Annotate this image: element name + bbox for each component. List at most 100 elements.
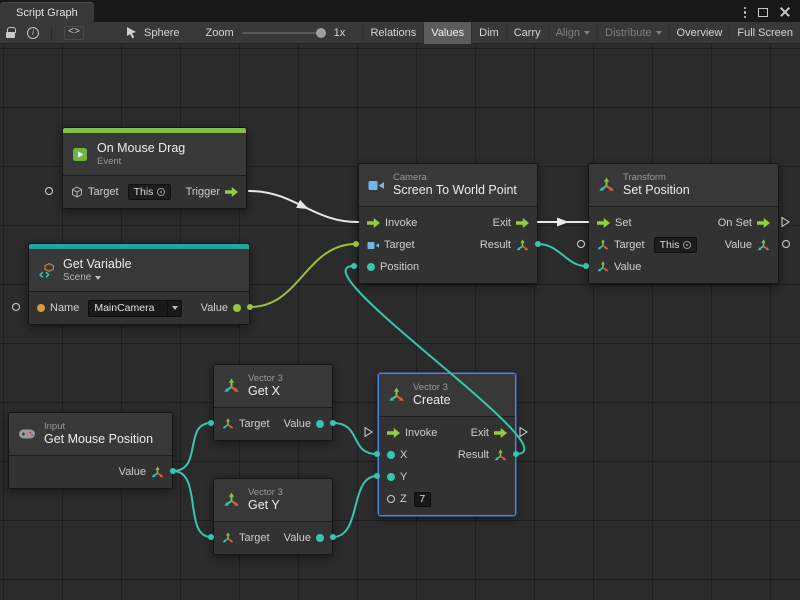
wire-getx-to-create-x[interactable] — [333, 423, 377, 454]
code-preview-icon[interactable]: <> — [58, 22, 90, 44]
node-kind: Vector 3 — [248, 373, 283, 384]
flow-out-port-icon[interactable] — [757, 218, 770, 228]
flow-out-port-icon[interactable] — [494, 428, 507, 438]
this-chip[interactable]: This — [654, 237, 698, 253]
zoom-slider-handle[interactable] — [316, 28, 326, 38]
this-chip[interactable]: This — [128, 184, 172, 200]
port-row: Set On Set — [597, 212, 770, 234]
port-row: Y — [387, 466, 507, 488]
object-out-port-icon[interactable] — [233, 304, 241, 312]
maximize-icon[interactable] — [758, 8, 768, 17]
gamepad-icon — [18, 428, 36, 440]
vector3-port-icon[interactable] — [757, 239, 770, 252]
port-row: Name MainCamera Value — [37, 297, 241, 319]
event-icon — [72, 146, 89, 163]
port-row: Target Value — [222, 527, 324, 549]
variable-icon — [38, 262, 55, 279]
object-picker-icon[interactable] — [683, 241, 691, 249]
port-row: Z 7 — [387, 488, 507, 510]
flow-direction-arrow — [557, 218, 569, 227]
port-row: Invoke Exit — [387, 422, 507, 444]
wire-variable-to-target[interactable] — [250, 244, 356, 307]
graph-canvas[interactable]: On Mouse Drag Event Target This — [0, 44, 800, 600]
vector3-in-port-icon[interactable] — [222, 418, 234, 430]
port-row: Position — [367, 256, 529, 278]
values-button[interactable]: Values — [423, 22, 471, 44]
flow-out-port-icon[interactable] — [225, 187, 238, 197]
unconnected-port[interactable] — [783, 241, 790, 248]
vector3-in-port-icon[interactable] — [222, 532, 234, 544]
node-get-mouse-position[interactable]: Input Get Mouse Position Value — [8, 412, 173, 489]
relations-button[interactable]: Relations — [362, 22, 423, 44]
variable-scope-dropdown[interactable]: Scene — [63, 272, 132, 284]
node-set-position[interactable]: Transform Set Position Set On Set — [588, 163, 779, 284]
unconnected-port[interactable] — [13, 304, 20, 311]
wire-mouseposition-to-gety[interactable] — [173, 471, 211, 537]
wire-mouseposition-to-getx[interactable] — [173, 423, 211, 471]
port-row: Target Result — [367, 234, 529, 256]
string-in-port-icon[interactable] — [37, 304, 45, 312]
variable-name-dropdown[interactable]: MainCamera — [88, 300, 182, 317]
vector3-out-port-icon[interactable] — [151, 466, 164, 479]
gameobject-cube-icon[interactable] — [71, 186, 83, 198]
node-title: Get Variable — [63, 257, 132, 272]
overview-button[interactable]: Overview — [669, 22, 730, 44]
node-title: Get Mouse Position — [44, 432, 153, 447]
flow-in-port-icon[interactable] — [597, 218, 610, 228]
close-icon[interactable] — [780, 7, 790, 17]
node-get-y[interactable]: Vector 3 Get Y Target Value — [213, 478, 333, 555]
node-screen-to-world-point[interactable]: Camera Screen To World Point Invoke Exit — [358, 163, 538, 284]
chevron-down-icon — [656, 31, 662, 35]
vector3-icon — [223, 492, 240, 508]
wire-result-to-value[interactable] — [538, 244, 586, 266]
wire-trigger-to-invoke[interactable] — [249, 191, 358, 222]
chevron-down-icon — [172, 306, 178, 310]
wire-gety-to-create-y[interactable] — [333, 476, 377, 537]
port-row: X Result — [387, 444, 507, 466]
vector3-in-port-icon[interactable] — [597, 261, 609, 273]
vector3-icon — [388, 387, 405, 403]
unconnected-flow-port[interactable] — [365, 428, 372, 437]
z-value-field[interactable]: 7 — [414, 492, 431, 507]
port-row: Invoke Exit — [367, 212, 529, 234]
dim-button[interactable]: Dim — [471, 22, 506, 44]
object-picker-icon[interactable] — [157, 188, 165, 196]
wire-endpoint — [351, 263, 357, 269]
node-kind: Transform — [623, 172, 690, 183]
vector3-in-port-icon[interactable] — [367, 263, 375, 271]
transform-port-icon[interactable] — [597, 239, 609, 251]
float-out-port-icon[interactable] — [316, 420, 324, 428]
node-kind: Vector 3 — [413, 382, 451, 393]
node-title: Screen To World Point — [393, 183, 517, 198]
align-button[interactable]: Align — [548, 22, 597, 44]
float-out-port-icon[interactable] — [316, 534, 324, 542]
vector3-port-icon[interactable] — [516, 239, 529, 252]
flow-out-port-icon[interactable] — [516, 218, 529, 228]
unconnected-flow-port[interactable] — [520, 428, 527, 437]
node-get-variable[interactable]: Get Variable Scene Name MainCamera — [28, 243, 250, 325]
node-get-x[interactable]: Vector 3 Get X Target Value — [213, 364, 333, 441]
node-on-mouse-drag[interactable]: On Mouse Drag Event Target This — [62, 127, 247, 209]
camera-port-icon[interactable] — [367, 240, 379, 251]
unconnected-port[interactable] — [578, 241, 585, 248]
window-controls — [744, 7, 800, 23]
unconnected-port[interactable] — [46, 188, 53, 195]
node-title: Create — [413, 393, 451, 408]
float-in-port-icon[interactable] — [387, 495, 395, 503]
lock-icon[interactable] — [0, 22, 21, 44]
flow-in-port-icon[interactable] — [367, 218, 380, 228]
distribute-button[interactable]: Distribute — [597, 22, 668, 44]
selection-indicator: Sphere — [124, 26, 179, 39]
float-in-port-icon[interactable] — [387, 451, 395, 459]
info-icon[interactable]: i — [21, 22, 45, 44]
full-screen-button[interactable]: Full Screen — [729, 22, 800, 44]
node-vector3-create[interactable]: Vector 3 Create Invoke Exit X — [378, 373, 516, 516]
tab-script-graph[interactable]: Script Graph — [0, 2, 94, 22]
float-in-port-icon[interactable] — [387, 473, 395, 481]
carry-button[interactable]: Carry — [506, 22, 548, 44]
zoom-slider[interactable] — [242, 32, 326, 34]
unconnected-flow-port[interactable] — [782, 218, 789, 227]
flow-in-port-icon[interactable] — [387, 428, 400, 438]
vector3-out-port-icon[interactable] — [494, 449, 507, 462]
menu-icon[interactable] — [744, 7, 747, 19]
